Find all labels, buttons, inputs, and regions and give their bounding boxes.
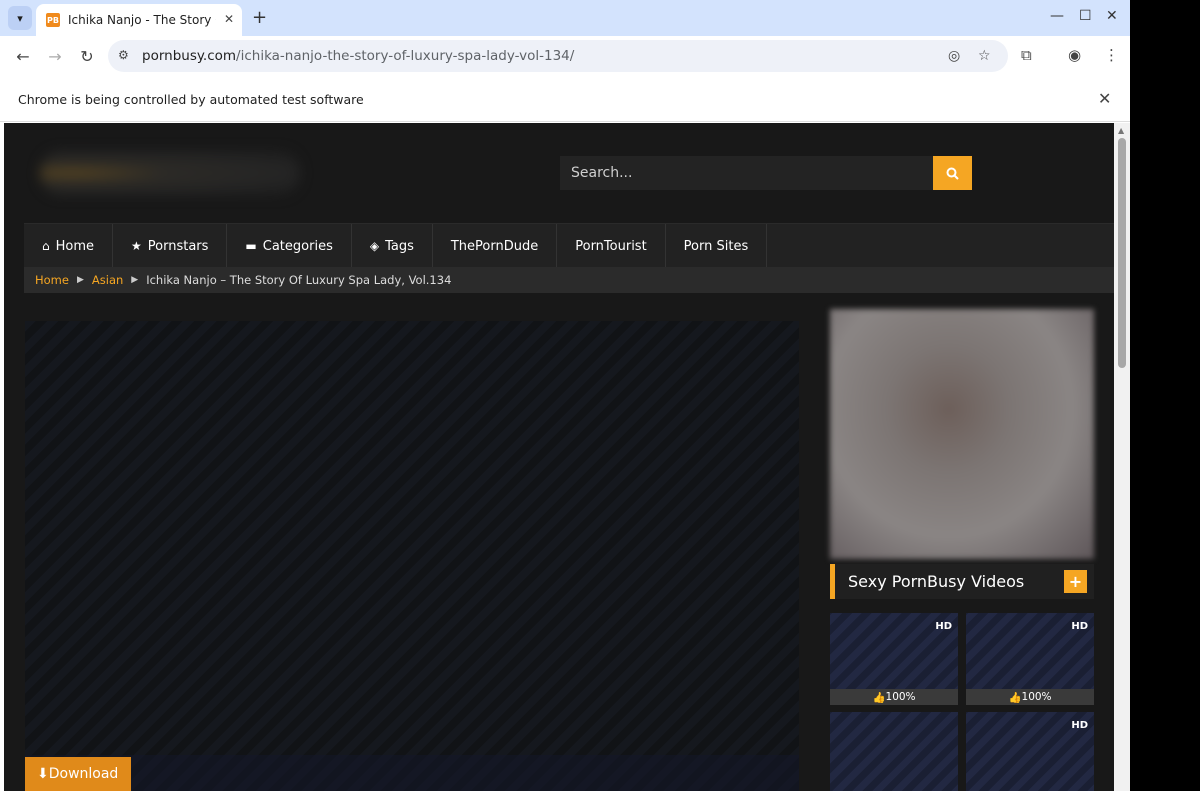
breadcrumb-current: Ichika Nanjo – The Story Of Luxury Spa L… <box>146 273 452 287</box>
desktop-background <box>1130 0 1200 791</box>
widget-more-button[interactable]: + <box>1064 570 1087 593</box>
maximize-icon[interactable]: ☐ <box>1079 8 1092 24</box>
folder-icon: ▬ <box>245 239 257 253</box>
site-logo[interactable] <box>40 151 300 195</box>
infobar-close-icon[interactable]: ✕ <box>1098 89 1111 108</box>
scrollbar-thumb[interactable] <box>1118 138 1126 368</box>
search-button[interactable] <box>933 156 972 190</box>
caret-right-icon: ▶ <box>131 275 139 285</box>
reload-icon[interactable]: ↻ <box>75 44 99 68</box>
tab-close-icon[interactable]: ✕ <box>224 12 234 26</box>
extensions-icon[interactable]: ⧉ <box>1021 46 1032 64</box>
bookmark-star-icon[interactable]: ☆ <box>978 48 991 64</box>
hd-badge: HD <box>1071 720 1088 731</box>
window-close-icon[interactable]: ✕ <box>1106 8 1118 24</box>
home-icon: ⌂ <box>42 239 50 253</box>
hd-badge: HD <box>935 621 952 632</box>
profile-icon[interactable]: ◉ <box>1068 46 1081 64</box>
breadcrumb-category[interactable]: Asian <box>92 273 123 287</box>
automation-infobar: Chrome is being controlled by automated … <box>0 76 1130 122</box>
minimize-icon[interactable]: — <box>1050 8 1064 24</box>
thumbs-up-icon: 👍 <box>872 691 886 704</box>
tags-icon: ◈ <box>369 239 380 253</box>
menu-icon[interactable]: ⋮ <box>1104 46 1119 64</box>
nav-item-pornstars[interactable]: ★ Pornstars <box>113 224 228 268</box>
browser-toolbar: ← → ↻ ⚙ pornbusy.com/ichika-nanjo-the-st… <box>0 36 1130 76</box>
site-info-icon[interactable]: ⚙ <box>118 48 129 62</box>
video-thumb[interactable]: HD 👍 100% <box>966 613 1094 705</box>
video-thumb[interactable]: HD 👍 100% <box>830 613 958 705</box>
star-icon: ★ <box>131 239 142 253</box>
scroll-up-icon[interactable]: ▲ <box>1118 126 1124 135</box>
search-icon <box>946 167 959 180</box>
tab-title: Ichika Nanjo - The Story C <box>68 13 216 27</box>
thumbs-up-icon: 👍 <box>1008 691 1022 704</box>
breadcrumb-home[interactable]: Home <box>35 273 69 287</box>
page-scrollbar[interactable]: ▲ <box>1114 123 1130 791</box>
page-viewport: ⌂Home ★Pornstars ▬Categories ◈Tags ThePo… <box>4 123 1114 791</box>
site-header <box>4 123 1114 223</box>
nav-item-porntourist[interactable]: PornTourist <box>557 224 666 268</box>
tab-search-button[interactable]: ▾ <box>8 6 32 30</box>
tab-strip: ▾ PB Ichika Nanjo - The Story C ✕ + — ☐ … <box>0 0 1130 36</box>
nav-item-categories[interactable]: ▬ Categories <box>227 224 352 268</box>
nav-item-tags[interactable]: ◈ Tags <box>352 224 433 268</box>
infobar-text: Chrome is being controlled by automated … <box>18 92 364 107</box>
hd-badge: HD <box>1071 621 1088 632</box>
widget-title: Sexy PornBusy Videos <box>830 564 1094 599</box>
nav-item-home[interactable]: ⌂ Home <box>24 224 114 268</box>
nav-item-theporndude[interactable]: ThePornDude <box>433 224 558 268</box>
main-nav: ⌂ Home ★ Pornstars ▬ Categories ◈ Tags ThePo… <box>24 223 1114 268</box>
video-thumb[interactable] <box>830 712 958 791</box>
download-button[interactable]: ⬇Download <box>25 757 131 791</box>
new-tab-icon[interactable]: + <box>252 7 267 28</box>
search-input[interactable] <box>560 156 933 190</box>
caret-right-icon: ▶ <box>76 275 84 285</box>
nav-item-porn-sites[interactable]: Porn Sites <box>666 224 768 268</box>
player-controls-bar[interactable] <box>25 755 799 791</box>
tab-active[interactable]: PB Ichika Nanjo - The Story C ✕ <box>36 4 242 36</box>
address-bar[interactable]: ⚙ pornbusy.com/ichika-nanjo-the-story-of… <box>108 40 1008 72</box>
video-thumb[interactable]: HD <box>966 712 1094 791</box>
back-icon[interactable]: ← <box>11 44 35 68</box>
rating-bar: 👍 100% <box>830 689 958 705</box>
rating-bar: 👍 100% <box>966 689 1094 705</box>
url-path: /ichika-nanjo-the-story-of-luxury-spa-la… <box>236 48 575 64</box>
forward-icon[interactable]: → <box>43 44 67 68</box>
eye-off-icon[interactable]: ◎ <box>948 48 960 64</box>
site-favicon-icon: PB <box>46 13 60 27</box>
video-player[interactable] <box>25 321 799 791</box>
breadcrumb: Home ▶ Asian ▶ Ichika Nanjo – The Story … <box>24 267 1114 293</box>
url-host: pornbusy.com <box>142 48 237 64</box>
sidebar-ad-image[interactable] <box>830 309 1094 559</box>
